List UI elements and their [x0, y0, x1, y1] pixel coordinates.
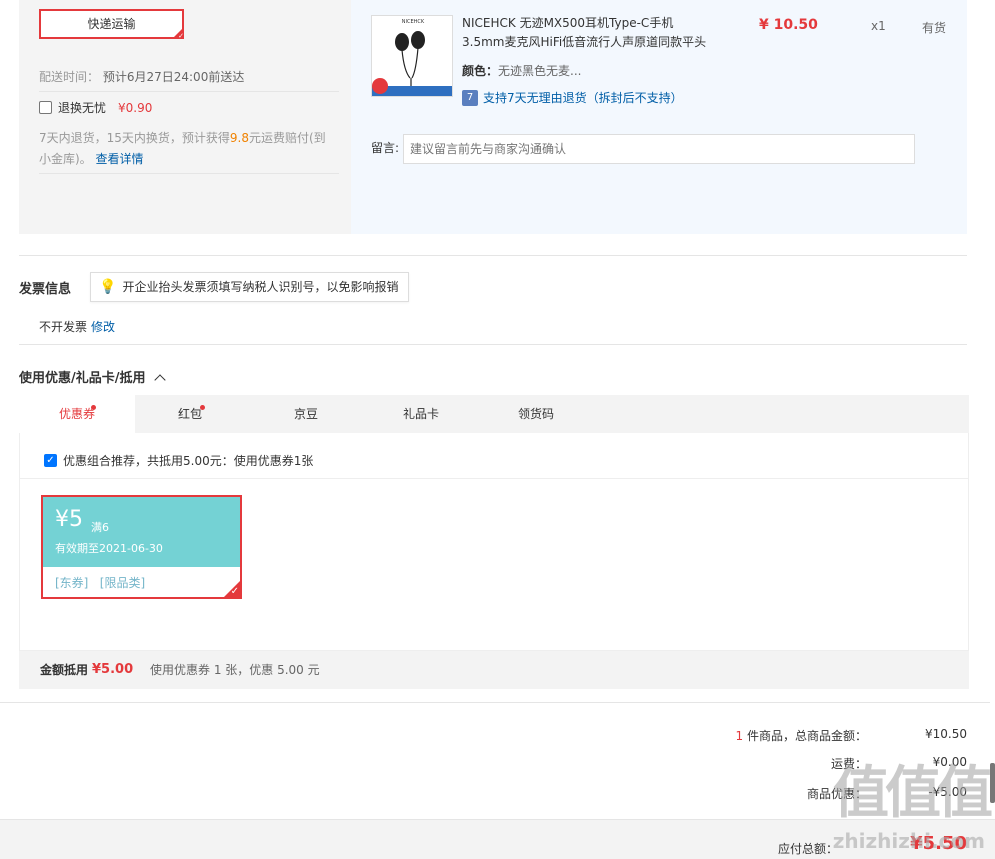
product-price: ¥ 10.50 [759, 17, 818, 33]
recommend-text: 优惠组合推荐，共抵用5.00元：使用优惠券1张 [63, 454, 314, 468]
return-desc-text: 7天内退货，15天内换货，预计获得 [39, 131, 230, 145]
tab-label: 领货码 [517, 407, 554, 421]
coupon-card[interactable]: ¥5 满6 有效期至2021-06-30 [东券] [限品类] ✓ [41, 495, 242, 599]
product-quantity: x1 [871, 19, 886, 33]
earphone-image: NICEHCK [372, 16, 452, 96]
chevron-up-icon [154, 374, 166, 386]
tab-red-packet[interactable]: 红包 [135, 395, 245, 433]
remark-label: 留言: [371, 141, 400, 155]
lightbulb-icon: 💡 [99, 279, 117, 295]
invoice-status: 不开发票 修改 [39, 318, 115, 335]
discount-summary-amount: ¥5.00 [92, 662, 134, 677]
summary-items: 1 件商品，总商品金额： ¥10.50 [567, 727, 967, 744]
product-title[interactable]: NICEHCK 无迹MX500耳机Type-C手机3.5mm麦克风HiFi低音流… [462, 14, 712, 52]
product-image-brand: NICEHCK [402, 19, 425, 25]
return-checkbox[interactable] [39, 101, 52, 114]
return-description: 7天内退货，15天内换货，预计获得9.8元运费赔付(到小金库)。 查看详情 [39, 128, 337, 170]
return-label: 退换无忧 [58, 101, 107, 115]
tab-gift-card[interactable]: 礼品卡 [366, 395, 476, 433]
invoice-title: 发票信息 [19, 282, 72, 297]
divider [19, 344, 967, 345]
return-worry-free-option[interactable]: 退换无忧 ¥0.90 [39, 99, 152, 116]
return-policy: 7 支持7天无理由退货（拆封后不支持） [462, 89, 683, 106]
remark-input[interactable] [403, 134, 915, 164]
divider [19, 255, 967, 256]
coupon-tags: [东券] [限品类] [55, 576, 146, 590]
summary-items-value: ¥10.50 [925, 727, 967, 741]
color-value: 无迹黑色无麦... [498, 64, 582, 78]
tab-label: 优惠券 [58, 407, 95, 421]
divider [20, 478, 968, 479]
tab-redeem-code[interactable]: 领货码 [481, 395, 591, 433]
checkbox-checked-icon[interactable]: ✓ [44, 454, 57, 467]
stock-status: 有货 [922, 21, 947, 35]
watermark-url: zhizhizhi.com [832, 829, 985, 853]
product-color: 颜色：无迹黑色无麦... [462, 62, 581, 79]
return-desc-amount: 9.8 [229, 131, 249, 145]
tab-label: 礼品卡 [402, 407, 439, 421]
new-indicator-dot [91, 405, 96, 410]
discount-section-title: 使用优惠/礼品卡/抵用 [19, 371, 146, 386]
delivery-time-value: 预计6月27日24:00前送达 [102, 70, 245, 84]
coupon-condition: 满6 [91, 521, 109, 534]
summary-items-label: 件商品，总商品金额： [743, 729, 867, 743]
discount-summary-desc: 使用优惠券 1 张，优惠 5.00 元 [150, 663, 320, 677]
coupon-validity: 有效期至2021-06-30 [55, 542, 163, 555]
view-details-link[interactable]: 查看详情 [96, 152, 144, 166]
total-label: 应付总额： [777, 842, 838, 856]
return-price: ¥0.90 [118, 100, 153, 115]
summary-shipping-label: 运费： [830, 757, 867, 771]
seven-day-return-icon: 7 [462, 89, 478, 106]
watermark-logo: 值值值 [833, 761, 993, 826]
selected-check-icon [172, 27, 184, 40]
product-image[interactable]: NICEHCK [371, 15, 453, 97]
new-indicator-dot [200, 405, 205, 410]
recommend-combo[interactable]: ✓ 优惠组合推荐，共抵用5.00元：使用优惠券1张 [44, 452, 313, 469]
invoice-status-text: 不开发票 [39, 320, 88, 334]
express-label: 快递运输 [87, 17, 136, 31]
tab-label: 红包 [177, 407, 202, 421]
coupon-header: ¥5 满6 有效期至2021-06-30 [43, 497, 240, 567]
tab-coupons[interactable]: 优惠券 [19, 395, 135, 433]
discount-summary: 金额抵用 ¥5.00 使用优惠券 1 张，优惠 5.00 元 [19, 651, 969, 689]
coupon-amount: ¥5 [55, 507, 83, 532]
scrollbar[interactable] [990, 763, 995, 803]
check-icon: ✓ [230, 586, 239, 597]
discount-tabs: 优惠券 红包 京豆 礼品卡 领货码 [19, 395, 969, 433]
color-label: 颜色： [462, 64, 499, 78]
invoice-tip-text: 开企业抬头发票须填写纳税人识别号，以免影响报销 [122, 280, 399, 294]
invoice-modify-link[interactable]: 修改 [91, 320, 115, 334]
summary-discount-label: 商品优惠： [806, 787, 867, 801]
delivery-time: 配送时间： 预计6月27日24:00前送达 [39, 68, 244, 85]
express-shipping-option[interactable]: 快递运输 [39, 9, 184, 40]
delivery-time-label: 配送时间： [39, 70, 100, 84]
tab-jingdou[interactable]: 京豆 [251, 395, 361, 433]
discount-section-toggle[interactable]: 使用优惠/礼品卡/抵用 [19, 367, 166, 386]
divider [0, 702, 990, 703]
invoice-tip: 💡 开企业抬头发票须填写纳税人识别号，以免影响报销 [90, 272, 410, 302]
discount-summary-label: 金额抵用 [40, 663, 89, 677]
divider [39, 173, 339, 174]
divider [39, 91, 339, 92]
tab-label: 京豆 [293, 407, 318, 421]
return-policy-text: 支持7天无理由退货（拆封后不支持） [483, 91, 683, 105]
